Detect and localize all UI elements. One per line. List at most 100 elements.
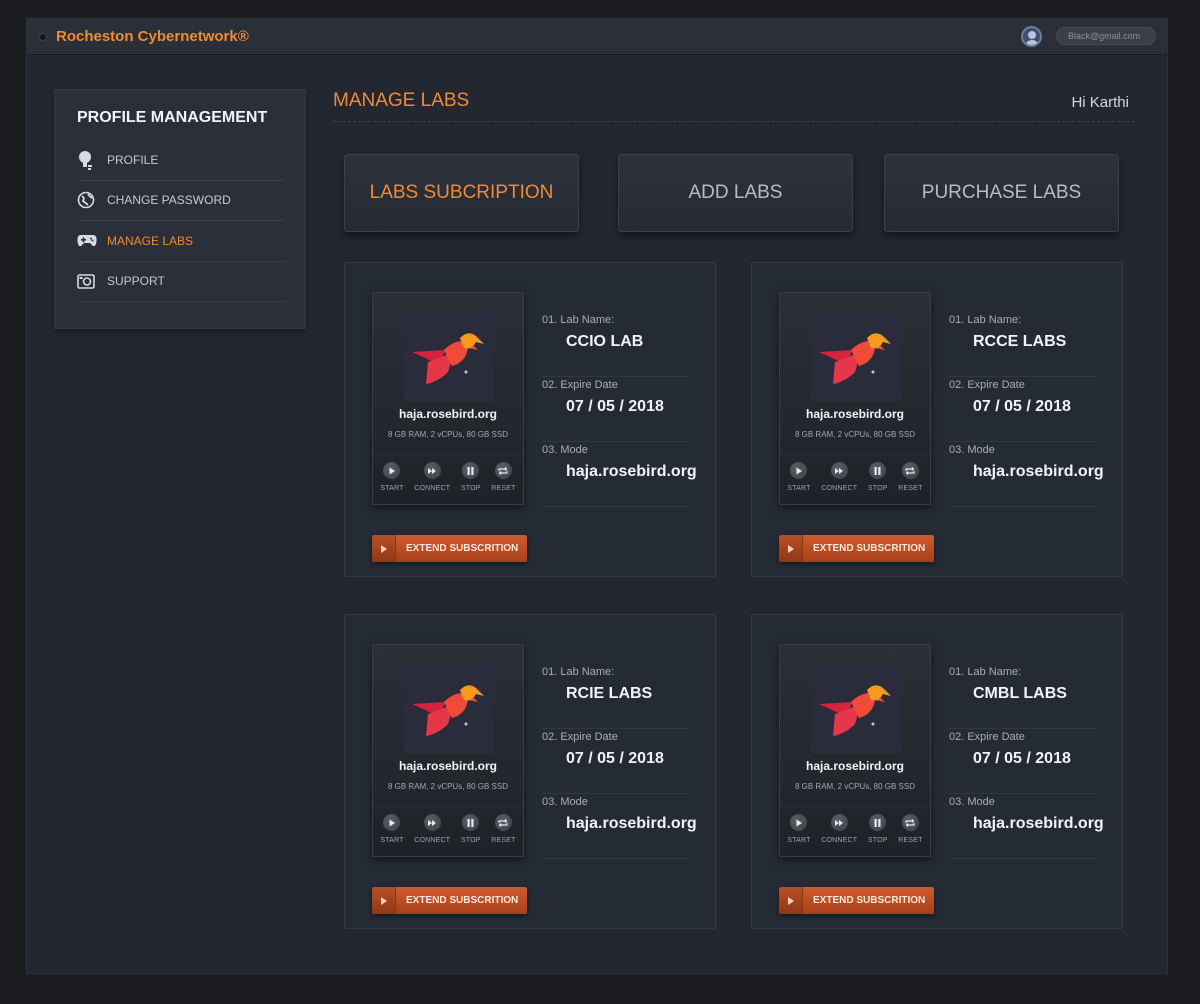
fast-forward-icon <box>829 461 849 480</box>
control-label: START <box>787 837 811 844</box>
start-button[interactable]: START <box>787 807 810 856</box>
start-button[interactable]: START <box>787 455 810 504</box>
control-label: RESET <box>898 485 923 492</box>
mode-field: 03. Mode haja.rosebird.org <box>949 442 1104 507</box>
expire-date-field: 02. Expire Date 07 / 05 / 2018 <box>949 729 1097 794</box>
repeat-icon <box>900 461 920 480</box>
lab-device-panel: haja.rosebird.org 8 GB RAM, 2 vCPUs, 80 … <box>372 292 524 505</box>
mode-value: haja.rosebird.org <box>973 463 1104 480</box>
globe-icon <box>77 191 107 209</box>
expire-date-label: 02. Expire Date <box>542 379 618 391</box>
lab-device-panel: haja.rosebird.org 8 GB RAM, 2 vCPUs, 80 … <box>779 644 931 857</box>
expire-date-value: 07 / 05 / 2018 <box>973 398 1071 415</box>
reset-button[interactable]: RESET <box>898 455 922 504</box>
device-controls: START CONNECT STOP RESET <box>780 454 930 504</box>
stop-button[interactable]: STOP <box>868 455 888 504</box>
device-controls: START CONNECT STOP RESET <box>780 806 930 856</box>
device-hostname: haja.rosebird.org <box>805 407 905 421</box>
tab-labs-subscription[interactable]: LABS SUBCRIPTION <box>344 154 579 232</box>
connect-button[interactable]: CONNECT <box>821 455 857 504</box>
user-email[interactable]: Black@gmail.com <box>1056 27 1156 45</box>
reset-button[interactable]: RESET <box>491 807 515 856</box>
app-title: Rocheston Cybernetwork® <box>56 28 249 45</box>
sidebar-item-label: PROFILE <box>107 152 159 167</box>
control-label: RESET <box>898 837 923 844</box>
lab-details: 01. Lab Name: CMBL LABS 02. Expire Date … <box>949 664 1104 859</box>
sidebar-item-support[interactable]: SUPPORT <box>77 262 285 302</box>
rosebird-logo <box>404 310 494 401</box>
stop-button[interactable]: STOP <box>868 807 888 856</box>
sidebar-item-manage-labs[interactable]: MANAGE LABS <box>77 221 285 262</box>
play-icon <box>382 813 402 832</box>
lab-device-panel: haja.rosebird.org 8 GB RAM, 2 vCPUs, 80 … <box>372 644 524 857</box>
stop-button[interactable]: STOP <box>461 455 481 504</box>
sidebar-heading: PROFILE MANAGEMENT <box>77 109 268 126</box>
pause-icon <box>868 461 888 480</box>
lab-name-field: 01. Lab Name: RCCE LABS <box>949 312 1097 377</box>
connect-button[interactable]: CONNECT <box>414 807 450 856</box>
gamepad-icon <box>77 234 107 248</box>
start-button[interactable]: START <box>380 807 403 856</box>
extend-label: EXTEND SUBSCRITION <box>406 895 519 906</box>
extend-label: EXTEND SUBSCRITION <box>813 895 926 906</box>
sidebar-item-profile[interactable]: PROFILE <box>77 140 285 181</box>
user-avatar-icon[interactable] <box>1021 26 1042 47</box>
extend-subscription-button[interactable]: EXTEND SUBSCRITION <box>372 535 527 562</box>
reset-button[interactable]: RESET <box>491 455 515 504</box>
control-label: CONNECT <box>821 837 858 844</box>
lab-name-value: RCIE LABS <box>566 685 653 702</box>
reset-button[interactable]: RESET <box>898 807 922 856</box>
lab-name-value: CCIO LAB <box>566 333 644 350</box>
lab-name-field: 01. Lab Name: RCIE LABS <box>542 664 690 729</box>
extend-subscription-button[interactable]: EXTEND SUBSCRITION <box>779 535 934 562</box>
lab-name-label: 01. Lab Name: <box>949 666 1022 678</box>
lab-card: haja.rosebird.org 8 GB RAM, 2 vCPUs, 80 … <box>751 614 1123 929</box>
lab-name-label: 01. Lab Name: <box>949 314 1022 326</box>
device-hostname: haja.rosebird.org <box>398 407 498 421</box>
mode-value: haja.rosebird.org <box>566 463 697 480</box>
expire-date-label: 02. Expire Date <box>949 731 1025 743</box>
expire-date-field: 02. Expire Date 07 / 05 / 2018 <box>542 377 690 442</box>
tab-add-labs[interactable]: ADD LABS <box>618 154 853 232</box>
mode-label: 03. Mode <box>949 796 995 808</box>
fast-forward-icon <box>829 813 849 832</box>
caret-right-icon <box>372 535 396 562</box>
lab-details: 01. Lab Name: RCIE LABS 02. Expire Date … <box>542 664 697 859</box>
rosebird-logo <box>811 310 901 401</box>
device-controls: START CONNECT STOP RESET <box>373 454 523 504</box>
mode-label: 03. Mode <box>949 444 995 456</box>
lab-name-field: 01. Lab Name: CCIO LAB <box>542 312 690 377</box>
extend-subscription-button[interactable]: EXTEND SUBSCRITION <box>779 887 934 914</box>
lab-details: 01. Lab Name: RCCE LABS 02. Expire Date … <box>949 312 1104 507</box>
caret-right-icon <box>779 535 803 562</box>
extend-subscription-button[interactable]: EXTEND SUBSCRITION <box>372 887 527 914</box>
expire-date-value: 07 / 05 / 2018 <box>973 750 1071 767</box>
connect-button[interactable]: CONNECT <box>414 455 450 504</box>
pause-icon <box>461 461 481 480</box>
control-label: STOP <box>867 485 888 492</box>
mode-field: 03. Mode haja.rosebird.org <box>542 442 697 507</box>
play-icon <box>789 461 809 480</box>
mode-value: haja.rosebird.org <box>566 815 697 832</box>
connect-button[interactable]: CONNECT <box>821 807 857 856</box>
lab-name-label: 01. Lab Name: <box>542 666 615 678</box>
start-button[interactable]: START <box>380 455 403 504</box>
control-label: START <box>380 837 404 844</box>
repeat-icon <box>493 461 513 480</box>
stop-button[interactable]: STOP <box>461 807 481 856</box>
header-divider <box>333 121 1135 122</box>
window-dot-icon[interactable] <box>39 32 47 41</box>
device-specs: 8 GB RAM, 2 vCPUs, 80 GB SSD <box>387 430 509 439</box>
caret-right-icon <box>372 887 396 914</box>
rosebird-logo <box>811 662 901 753</box>
device-specs: 8 GB RAM, 2 vCPUs, 80 GB SSD <box>387 782 509 791</box>
tab-purchase-labs[interactable]: PURCHASE LABS <box>884 154 1119 232</box>
lab-device-panel: haja.rosebird.org 8 GB RAM, 2 vCPUs, 80 … <box>779 292 931 505</box>
device-specs: 8 GB RAM, 2 vCPUs, 80 GB SSD <box>794 430 916 439</box>
mode-value: haja.rosebird.org <box>973 815 1104 832</box>
lab-card: haja.rosebird.org 8 GB RAM, 2 vCPUs, 80 … <box>751 262 1123 577</box>
mode-field: 03. Mode haja.rosebird.org <box>542 794 697 859</box>
sidebar-item-label: MANAGE LABS <box>107 233 194 248</box>
sidebar-item-change-password[interactable]: CHANGE PASSWORD <box>77 181 285 221</box>
lab-card: haja.rosebird.org 8 GB RAM, 2 vCPUs, 80 … <box>344 262 716 577</box>
